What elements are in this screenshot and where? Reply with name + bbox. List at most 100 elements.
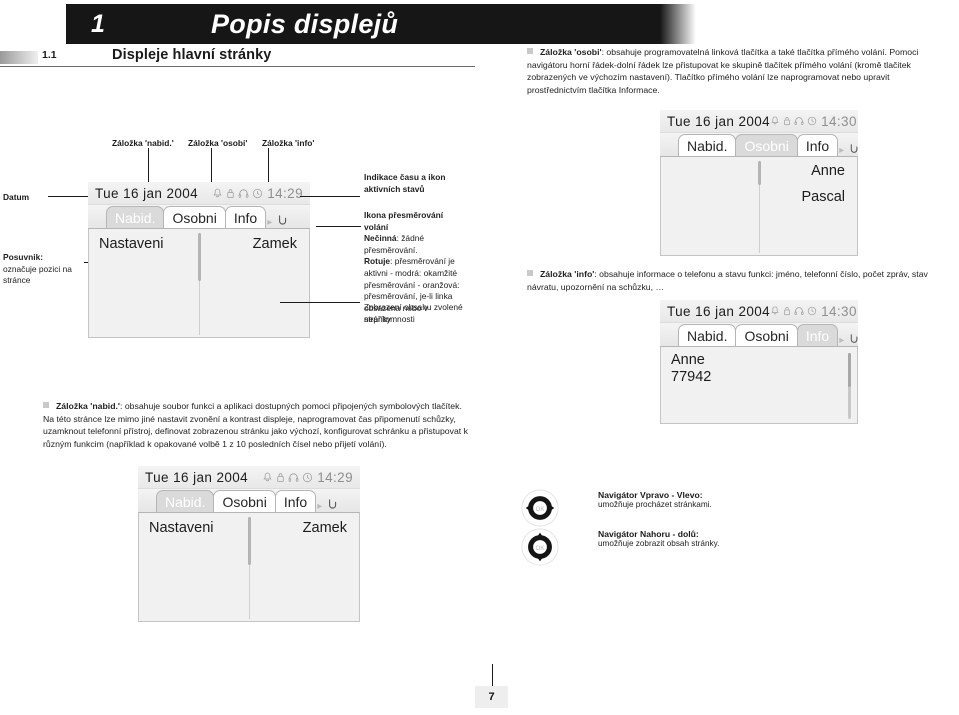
callout-ikona-necinna-label: Nečinná [364,233,397,244]
display-info-scroll-thumb[interactable] [848,353,851,387]
display-osobi-item-anne[interactable]: Anne [811,163,845,179]
callout-posuvnik: Posuvnik: označuje pozici na stránce [3,252,83,287]
headset-icon [794,116,804,126]
display-osobi-tabrow: Nabid. Osobni Info ▸ [660,133,858,156]
navigator-up-down-icon: OK [519,526,561,573]
display-main-tab-info[interactable]: Info [224,206,267,228]
callout-zobrazeni: Zobrazení obsahu zvolené stránky [364,302,463,324]
display-info-body: Anne 77942 [660,346,858,424]
navigator-left-right-title: Navigátor Vpravo - Vlevo: [598,490,703,500]
display-info-statusbar: Tue 16 jan 2004 14:30 [660,300,858,323]
display-main-page: Tue 16 jan 2004 14:29 Nabid. Osobni Info… [88,182,310,338]
display-osobi-tab-info[interactable]: Info [796,134,839,156]
display-bottom-date: Tue 16 jan 2004 [145,469,249,485]
bell-icon [212,188,223,199]
leader-line-ikona [316,226,361,227]
callout-tab-info: Záložka 'info' [262,138,315,148]
display-main-scroll-thumb[interactable] [198,233,201,281]
navigator-up-down-title: Navigátor Nahoru - dolů: [598,529,699,539]
display-bottom-scrollbar[interactable] [248,517,251,619]
display-bottom-tabrow: Nabid. Osobni Info ▸ [138,489,360,512]
navigator-up-down-text: Navigátor Nahoru - dolů: umožňuje zobraz… [598,529,798,548]
section-title: Displeje hlavní stránky [112,47,272,63]
paragraph-tab-info: Záložka 'info': obsahuje informace o tel… [527,268,951,293]
display-osobi-body: Anne Pascal [660,156,858,256]
bell-icon [770,306,780,316]
headset-icon [238,188,249,199]
section-swatch [0,51,38,64]
display-osobi-date: Tue 16 jan 2004 [667,113,771,129]
callout-indikace: Indikace času a ikon aktivních stavů [364,172,446,194]
bell-icon [770,116,780,126]
display-osobi-tab-nabid[interactable]: Nabid. [678,134,737,156]
display-main-left-item[interactable]: Nastaveni [99,236,163,252]
display-osobi-scrollbar[interactable] [758,161,761,253]
clock-icon [807,306,817,316]
display-main-time: 14:29 [267,185,303,201]
display-main-tab-nabid[interactable]: Nabid. [106,206,165,228]
section-number: 1.1 [42,49,57,61]
display-info-date: Tue 16 jan 2004 [667,303,771,319]
bell-icon [262,472,273,483]
display-bottom-scroll-thumb[interactable] [248,517,251,565]
display-info-tab-info[interactable]: Info [796,324,839,346]
callout-ikona-rotuje-label: Rotuje [364,256,391,267]
display-osobi-statusbar: Tue 16 jan 2004 14:30 [660,110,858,133]
hand-pointer-icon [275,213,290,228]
navigator-up-down-desc: umožňuje zobrazit obsah stránky. [598,539,720,548]
display-info-page: Tue 16 jan 2004 14:30 Nabid. Osobni Info… [660,300,858,424]
bullet-square-icon [527,48,533,54]
svg-text:OK: OK [536,506,546,513]
display-main-tab-osobi[interactable]: Osobni [163,206,226,228]
callout-posuvnik-title: Posuvnik: [3,252,44,262]
callout-ikona-title: Ikona přesměrování volání [364,210,444,232]
callout-datum: Datum [3,192,30,202]
bullet-square-icon [527,270,533,276]
lock-icon [783,116,791,126]
svg-text:OK: OK [536,545,546,552]
display-info-lines: Anne 77942 [671,352,711,385]
display-info-scrollbar[interactable] [848,353,851,419]
display-info-line-name: Anne [671,352,705,368]
tab-overflow-arrow-icon: ▸ [317,501,323,512]
navigator-left-right-text: Navigátor Vpravo - Vlevo: umožňuje proch… [598,490,798,509]
display-bottom-right-item[interactable]: Zamek [303,520,347,536]
display-main-status-icons [212,188,263,199]
display-bottom-tab-nabid[interactable]: Nabid. [156,490,215,512]
bullet-square-icon [43,402,49,408]
display-bottom-left-item[interactable]: Nastaveni [149,520,213,536]
chapter-header-band: 1 Popis displejů [66,4,696,44]
callout-posuvnik-desc: označuje pozici na stránce [3,263,72,286]
hand-pointer-icon [847,142,861,156]
display-osobi-tab-osobi[interactable]: Osobni [735,134,798,156]
tab-overflow-arrow-icon: ▸ [839,145,845,156]
clock-icon [252,188,263,199]
paragraph-tab-nabid: Záložka 'nabid.': obsahuje soubor funkci… [43,400,475,450]
callout-tab-osobi: Záložka 'osobi' [188,138,248,148]
display-main-scrollbar[interactable] [198,233,201,335]
display-bottom-status-icons [262,472,313,483]
paragraph-osobi-lead: Záložka 'osobi' [540,47,602,57]
paragraph-nabid-lead: Záložka 'nabid.' [56,401,120,411]
display-info-tab-nabid[interactable]: Nabid. [678,324,737,346]
chapter-title: Popis displejů [211,8,399,39]
display-info-time: 14:30 [821,303,857,319]
tab-overflow-arrow-icon: ▸ [267,217,273,228]
clock-icon [302,472,313,483]
display-bottom-tab-osobi[interactable]: Osobni [213,490,276,512]
headset-icon [794,306,804,316]
display-main-body: Nastaveni Zamek [88,228,310,338]
display-info-status-icons [770,306,817,316]
display-main-right-item[interactable]: Zamek [253,236,297,252]
display-osobi-status-icons [770,116,817,126]
display-info-tab-osobi[interactable]: Osobni [735,324,798,346]
navigator-left-right-desc: umožňuje procházet stránkami. [598,500,712,509]
display-main-statusbar: Tue 16 jan 2004 14:29 [88,182,310,205]
display-main-date: Tue 16 jan 2004 [95,185,199,201]
display-bottom-tab-info[interactable]: Info [274,490,317,512]
display-bottom-body: Nastaveni Zamek [138,512,360,622]
display-info-tabrow: Nabid. Osobni Info ▸ [660,323,858,346]
display-osobi-scroll-thumb[interactable] [758,161,761,185]
display-osobi-item-pascal[interactable]: Pascal [801,189,845,205]
lock-icon [783,306,791,316]
